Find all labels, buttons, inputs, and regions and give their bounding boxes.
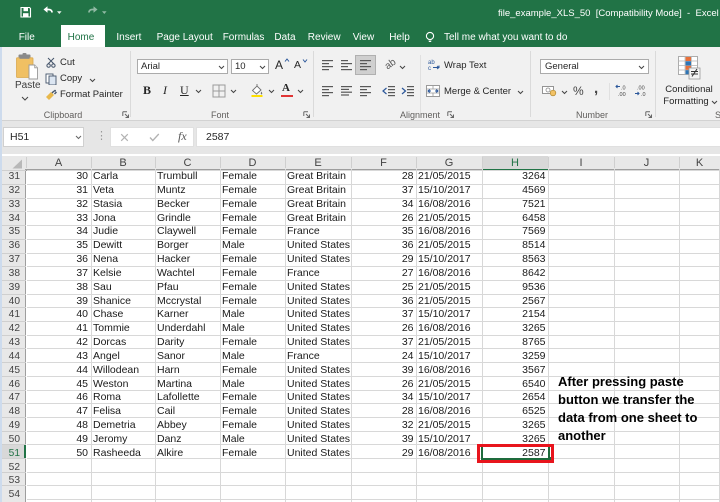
svg-text:.0: .0 (641, 92, 646, 97)
svg-text:.00: .00 (637, 86, 645, 92)
svg-text:.00: .00 (618, 92, 626, 97)
svg-text:c: c (428, 66, 431, 71)
svg-text:.0: .0 (621, 86, 626, 92)
